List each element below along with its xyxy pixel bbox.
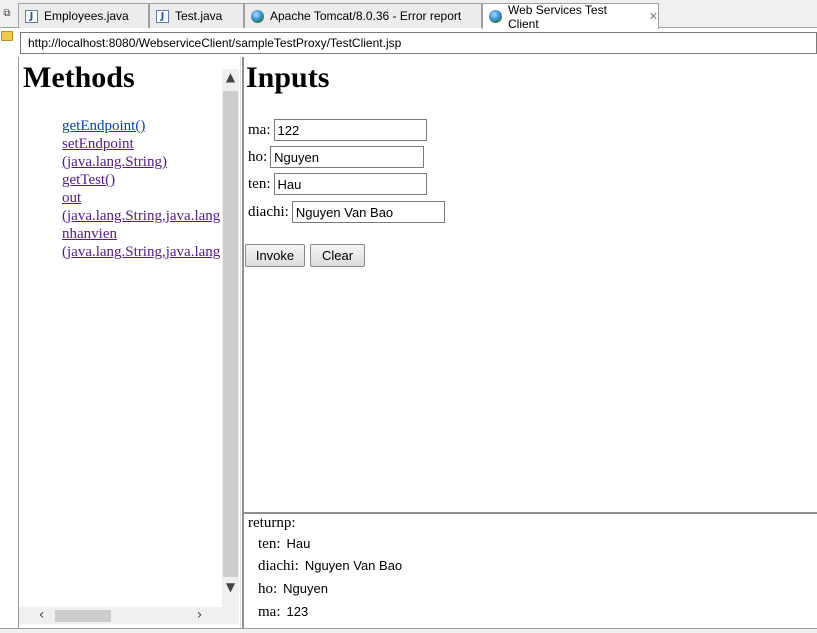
result-value: Nguyen: [283, 581, 328, 596]
close-tab-icon[interactable]: ✕: [649, 10, 658, 23]
methods-list: • getEndpoint() • setEndpoint (java.lang…: [62, 117, 222, 261]
result-frame: returnp: ten: Hau diachi: Nguyen Van Bao h…: [244, 515, 817, 628]
result-value: Hau: [286, 536, 311, 551]
chevron-left-icon[interactable]: ‹: [33, 607, 50, 624]
field-label: ten:: [248, 175, 271, 192]
methods-vertical-scrollbar[interactable]: ▲ ▼: [222, 69, 239, 617]
field-label: diachi:: [248, 203, 289, 220]
method-name: nhanvien: [62, 226, 117, 242]
list-item: • out (java.lang.String,java.lang: [62, 189, 222, 225]
folder-icon: [1, 31, 13, 41]
method-params: (java.lang.String,java.lang: [62, 244, 221, 260]
input-row-diachi: diachi:: [248, 201, 445, 223]
tab-label: Web Services Test Client: [508, 2, 607, 31]
methods-horizontal-scrollbar[interactable]: ‹ ›: [19, 607, 222, 624]
address-url: http://localhost:8080/WebserviceClient/s…: [28, 36, 402, 50]
method-name: out: [62, 190, 82, 206]
globe-icon: [489, 10, 502, 23]
list-item: • getTest(): [62, 171, 222, 189]
diachi-field[interactable]: [291, 201, 445, 223]
result-title: returnp:: [248, 515, 296, 531]
result-row: ten: Hau: [258, 536, 310, 553]
method-link-nhanvien[interactable]: nhanvien (java.lang.String,java.lang: [62, 225, 222, 261]
chevron-right-icon[interactable]: ›: [191, 607, 208, 624]
ten-field[interactable]: [273, 173, 427, 195]
ma-field[interactable]: [273, 119, 427, 141]
restore-view-icon[interactable]: ⧉: [1, 8, 13, 20]
tab-label: Employees.java: [44, 9, 129, 23]
tab-tomcat-error-report[interactable]: Apache Tomcat/8.0.36 - Error report: [244, 3, 482, 28]
result-row: diachi: Nguyen Van Bao: [258, 558, 402, 575]
tab-web-services-test-client[interactable]: Web Services Test Client ✕: [482, 2, 659, 31]
result-row: ho: Nguyen: [258, 581, 328, 598]
clear-button[interactable]: Clear: [310, 244, 365, 267]
chevron-up-icon[interactable]: ▲: [222, 69, 239, 86]
method-link-setendpoint[interactable]: setEndpoint (java.lang.String): [62, 135, 222, 171]
result-value: Nguyen Van Bao: [304, 558, 403, 573]
inputs-frame: Inputs ma: ho: ten: diachi: Invoke Clear: [244, 57, 817, 512]
result-label: ten:: [258, 536, 281, 552]
list-item: • getEndpoint(): [62, 117, 222, 135]
methods-frame: Methods • getEndpoint() • setEndpoint (j…: [18, 57, 240, 628]
method-params: (java.lang.String,java.lang: [62, 208, 221, 224]
scrollbar-corner: [222, 607, 239, 624]
field-label: ho:: [248, 148, 268, 165]
input-row-ten: ten:: [248, 173, 427, 195]
method-params: (java.lang.String): [62, 154, 167, 170]
tab-employees-java[interactable]: J Employees.java: [18, 3, 149, 28]
result-label: ma:: [258, 604, 281, 620]
result-row: ma: 123: [258, 604, 308, 621]
method-link-gettest[interactable]: getTest(): [62, 172, 115, 188]
method-link-getendpoint[interactable]: getEndpoint(): [62, 118, 145, 134]
result-label: diachi:: [258, 558, 299, 574]
input-row-ma: ma:: [248, 119, 427, 141]
editor-tab-strip: ⧉ J Employees.java J Test.java Apache To…: [0, 0, 817, 31]
list-item: • setEndpoint (java.lang.String): [62, 135, 222, 171]
inputs-heading: Inputs: [246, 61, 330, 94]
method-link-out[interactable]: out (java.lang.String,java.lang: [62, 189, 222, 225]
methods-heading: Methods: [23, 61, 135, 94]
result-value: 123: [286, 604, 309, 619]
method-name: setEndpoint: [62, 136, 134, 152]
field-label: ma:: [248, 121, 271, 138]
list-item: • nhanvien (java.lang.String,java.lang: [62, 225, 222, 261]
chevron-down-icon[interactable]: ▼: [222, 579, 239, 596]
result-label: ho:: [258, 581, 278, 597]
window-bottom-edge: [0, 628, 817, 633]
globe-icon: [251, 9, 264, 23]
ho-field[interactable]: [270, 146, 425, 168]
input-row-ho: ho:: [248, 146, 425, 168]
scrollbar-thumb[interactable]: [55, 610, 111, 622]
scrollbar-thumb[interactable]: [223, 91, 238, 577]
address-bar[interactable]: http://localhost:8080/WebserviceClient/s…: [20, 32, 817, 54]
java-file-icon: J: [25, 9, 38, 23]
tab-label: Test.java: [175, 9, 223, 23]
invoke-button[interactable]: Invoke: [245, 244, 305, 267]
tab-label: Apache Tomcat/8.0.36 - Error report: [270, 9, 462, 23]
tab-test-java[interactable]: J Test.java: [149, 3, 244, 28]
java-file-icon: J: [156, 9, 169, 23]
